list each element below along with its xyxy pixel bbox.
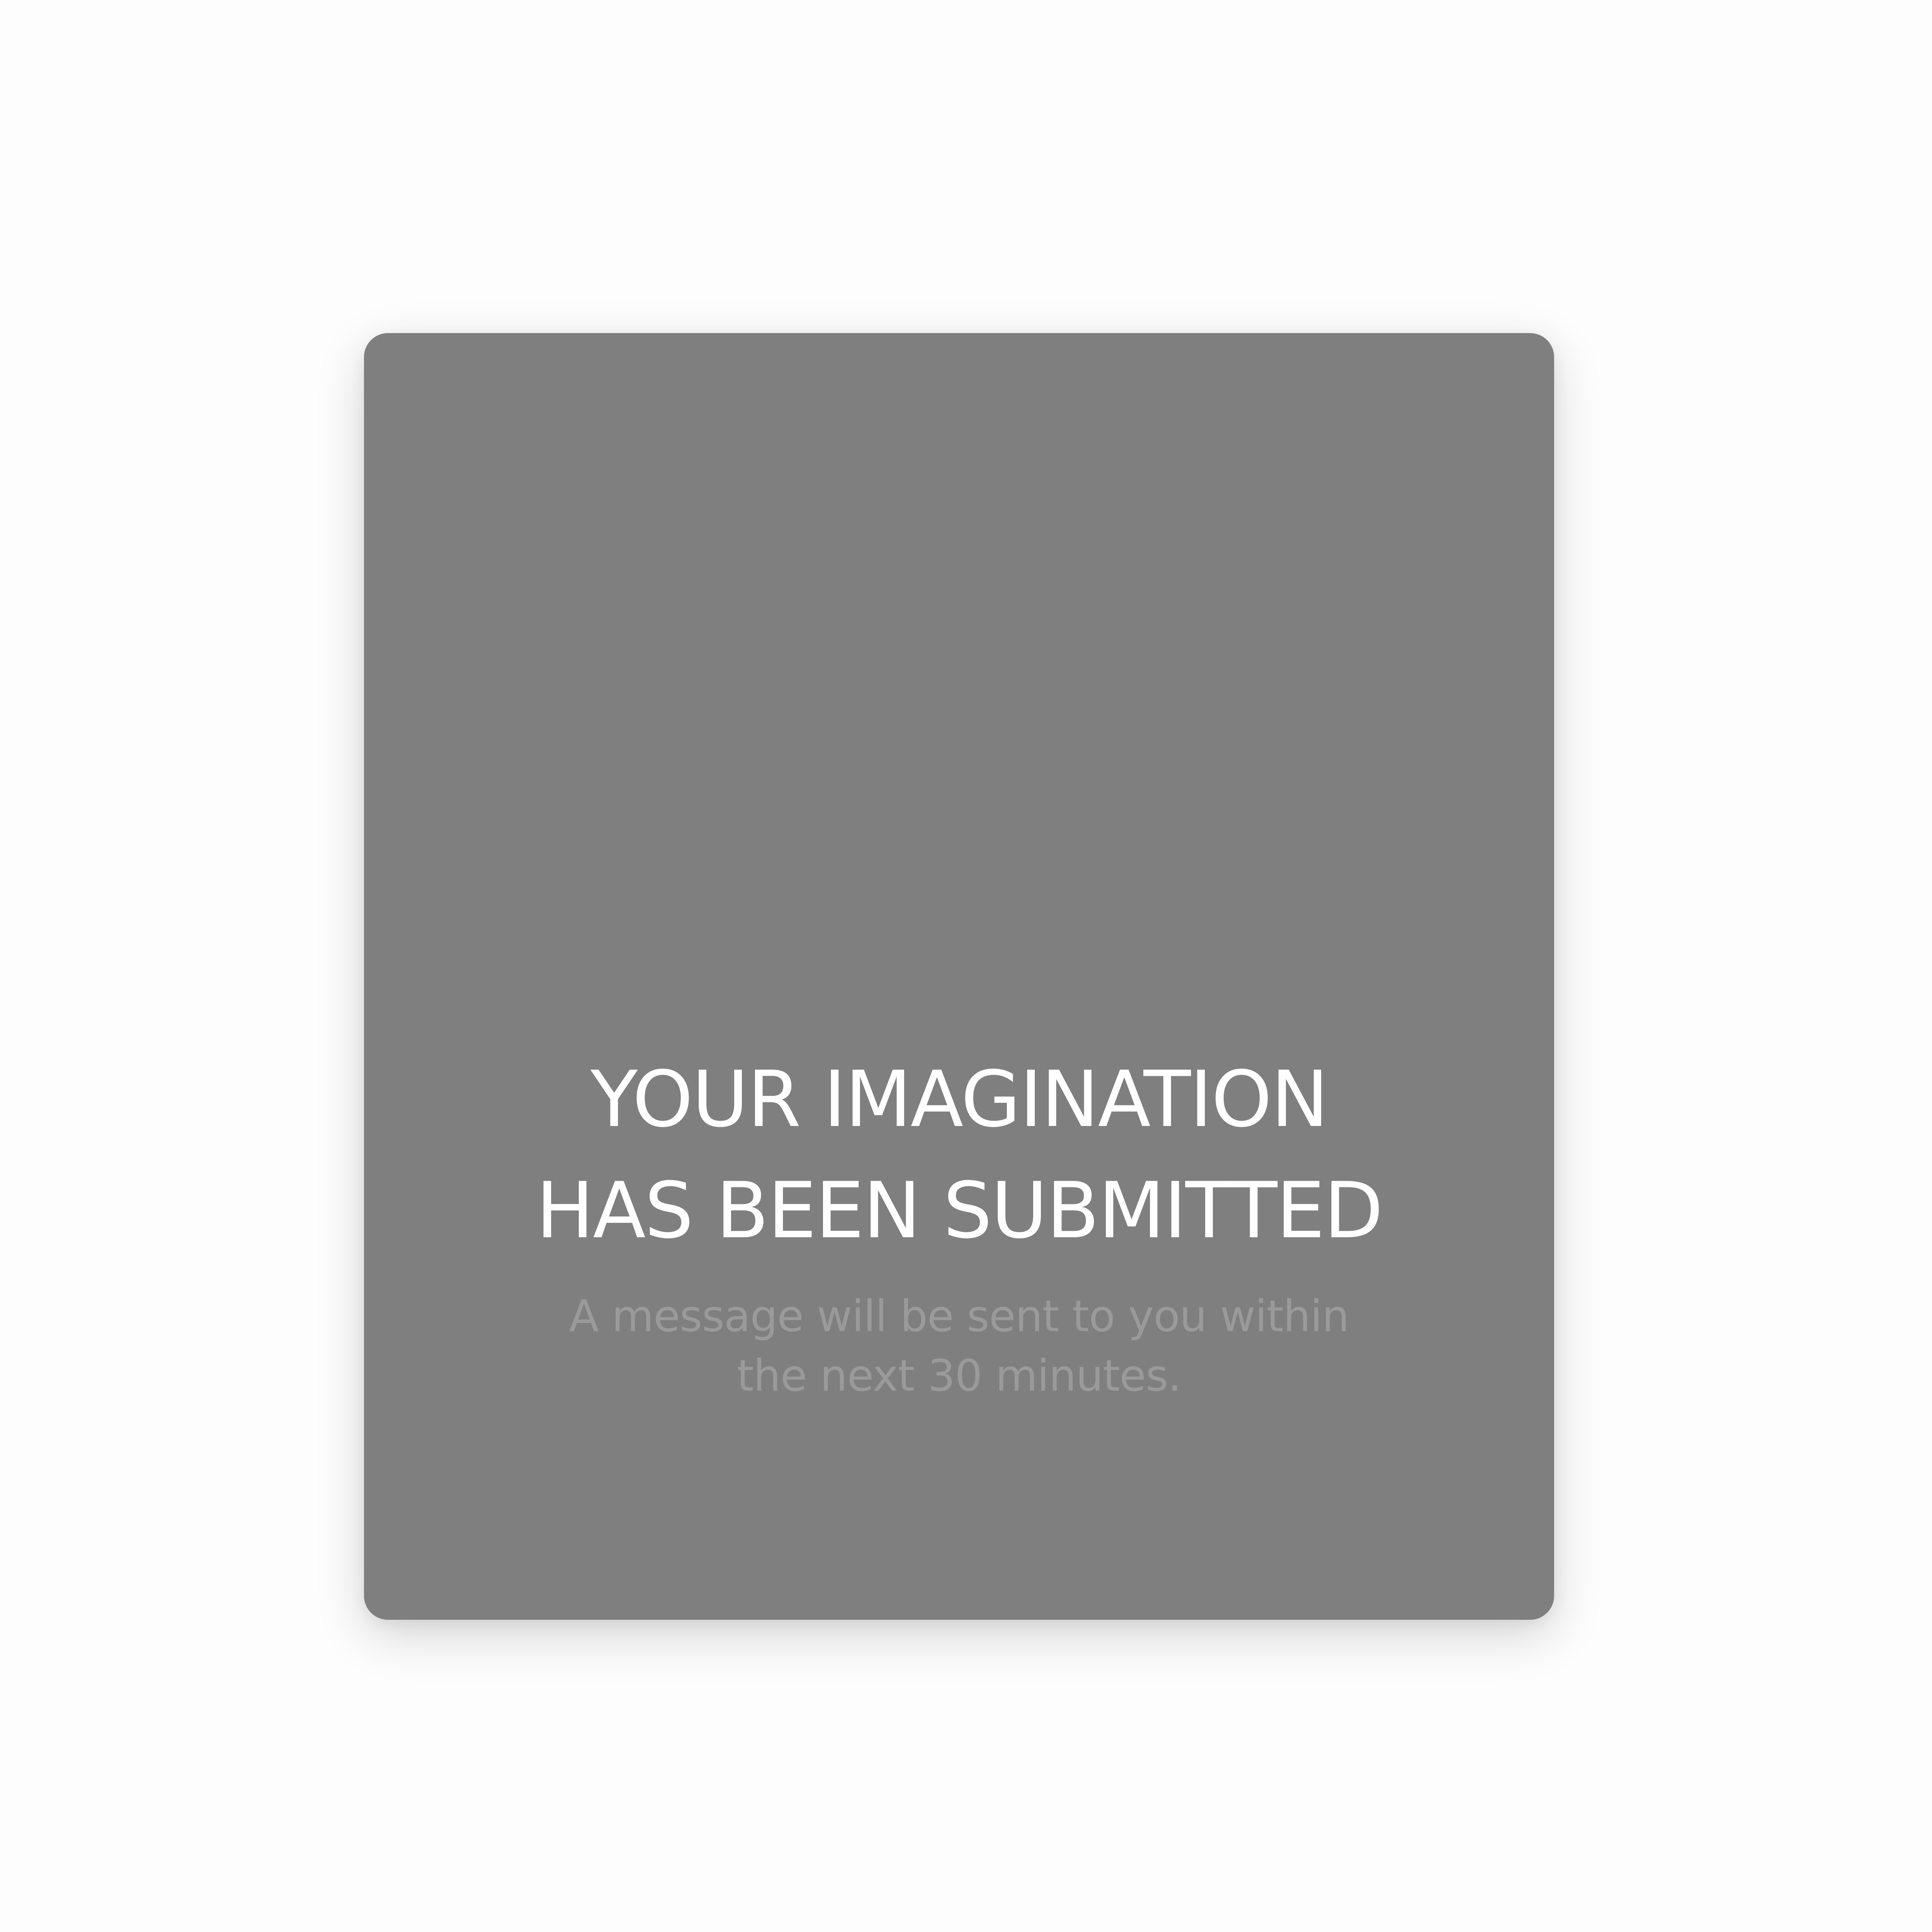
confirmation-message: A message will be sent to you within the… xyxy=(364,1287,1554,1406)
confirmation-message-line-1: A message will be sent to you within xyxy=(569,1291,1349,1342)
confirmation-headline-line-1: YOUR IMAGINATION xyxy=(590,1054,1328,1145)
confirmation-headline-line-2: HAS BEEN SUBMITTED xyxy=(536,1166,1383,1256)
confirmation-message-line-2: the next 30 minutes. xyxy=(736,1351,1182,1401)
confirmation-headline: YOUR IMAGINATION HAS BEEN SUBMITTED xyxy=(364,1044,1554,1267)
confirmation-card: YOUR IMAGINATION HAS BEEN SUBMITTED A me… xyxy=(364,333,1554,1620)
